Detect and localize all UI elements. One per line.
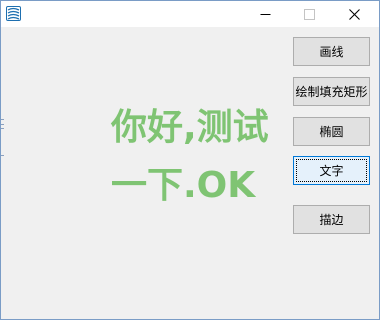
app-icon (6, 6, 21, 21)
stroke-button-label: 描边 (319, 213, 344, 227)
edge-tick (1, 119, 4, 120)
fill-rect-button-label: 绘制填充矩形 (295, 85, 368, 99)
maximize-button[interactable] (287, 1, 331, 27)
app-window: 你好,测试 一下.OK 画线 绘制填充矩形 椭圆 文字 描边 (0, 0, 380, 320)
edge-tick (1, 128, 4, 129)
draw-line-button-label: 画线 (319, 45, 344, 59)
fill-rect-button[interactable]: 绘制填充矩形 (293, 77, 370, 106)
minimize-icon (260, 13, 270, 15)
edge-tick (1, 124, 4, 125)
stroke-button[interactable]: 描边 (293, 205, 370, 234)
minimize-button[interactable] (243, 1, 287, 27)
canvas-text-line2: 一下.OK (111, 165, 256, 206)
edge-tick (1, 155, 4, 156)
text-button[interactable]: 文字 (293, 156, 370, 185)
ellipse-button[interactable]: 椭圆 (293, 117, 370, 146)
text-button-label: 文字 (319, 164, 344, 178)
maximize-icon (303, 8, 315, 20)
title-bar[interactable] (1, 1, 379, 27)
canvas-text-line1: 你好,测试 (111, 107, 269, 148)
ellipse-button-label: 椭圆 (319, 125, 344, 139)
close-button[interactable] (332, 1, 376, 27)
draw-line-button[interactable]: 画线 (293, 37, 370, 66)
close-icon (348, 8, 360, 20)
